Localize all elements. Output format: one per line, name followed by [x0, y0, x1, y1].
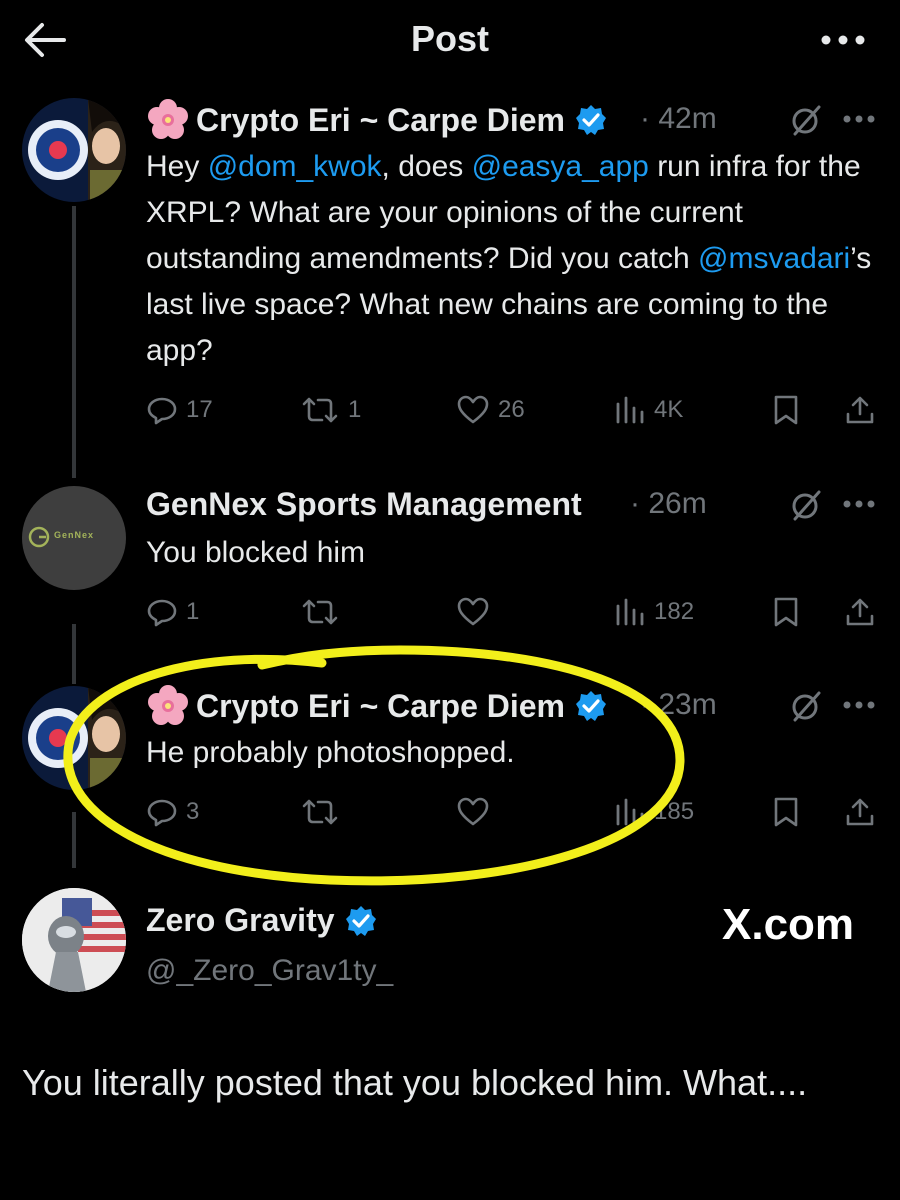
repost-icon — [302, 397, 338, 423]
post-author[interactable]: Crypto Eri ~ Carpe Diem — [146, 684, 607, 728]
cherry-blossom-icon — [148, 99, 188, 139]
reply-button[interactable]: 1 — [146, 596, 199, 628]
repost-button[interactable] — [300, 596, 348, 628]
like-button[interactable] — [456, 796, 498, 828]
author-name: Zero Gravity — [146, 902, 335, 938]
like-icon — [457, 395, 489, 424]
more-icon — [821, 35, 865, 45]
grok-icon[interactable] — [790, 690, 822, 722]
reply-icon — [147, 599, 177, 627]
views-count: 185 — [654, 798, 695, 825]
text-segment: , does — [381, 150, 472, 183]
grok-icon[interactable] — [790, 489, 822, 521]
post-text: You blocked him — [146, 536, 366, 569]
thread-line — [72, 206, 76, 478]
share-button[interactable] — [844, 596, 876, 628]
mention-link[interactable]: @msvadari — [698, 242, 850, 275]
repost-count: 1 — [348, 396, 362, 423]
share-icon — [846, 396, 874, 424]
repost-button[interactable]: 1 — [300, 394, 361, 426]
post-text: Hey @dom_kwok, does @easya_app run infra… — [146, 144, 886, 374]
like-button[interactable] — [456, 596, 498, 628]
like-icon — [457, 797, 489, 826]
post-time: · 42m — [640, 102, 717, 135]
verified-icon — [345, 905, 376, 936]
post-time: · 23m — [640, 688, 717, 721]
avatar[interactable] — [22, 98, 126, 202]
post-text: He probably photoshopped. — [146, 736, 515, 769]
user-handle[interactable]: @_Zero_Grav1ty_ — [146, 954, 393, 988]
like-count: 26 — [498, 396, 525, 423]
like-icon — [457, 597, 489, 626]
verified-icon — [576, 105, 606, 135]
avatar[interactable]: GenNex — [22, 486, 126, 590]
views-icon — [616, 396, 644, 424]
author-name: Crypto Eri ~ Carpe Diem — [196, 101, 565, 138]
post-author[interactable]: Zero Gravity — [146, 902, 377, 939]
back-button[interactable] — [20, 18, 70, 62]
share-button[interactable] — [844, 796, 876, 828]
repost-icon — [302, 599, 338, 625]
avatar[interactable] — [22, 686, 126, 790]
page-title: Post — [410, 18, 489, 59]
verified-icon — [576, 691, 606, 721]
x-com-watermark: X.com — [722, 900, 855, 949]
bookmark-icon — [774, 395, 798, 425]
bookmark-icon — [774, 597, 798, 627]
reply-icon — [147, 799, 177, 827]
cherry-blossom-icon — [148, 685, 188, 725]
author-name: Crypto Eri ~ Carpe Diem — [196, 687, 565, 724]
views-icon — [616, 598, 644, 626]
mention-link[interactable]: @dom_kwok — [208, 150, 382, 183]
views-button[interactable]: 185 — [614, 796, 694, 828]
thread-line — [72, 624, 76, 684]
more-icon[interactable] — [842, 114, 876, 124]
views-button[interactable]: 4K — [614, 394, 683, 426]
more-icon[interactable] — [842, 700, 876, 710]
top-bar: Post — [0, 0, 900, 88]
views-count: 4K — [654, 396, 684, 423]
back-arrow-icon — [25, 23, 66, 57]
bookmark-icon — [774, 797, 798, 827]
reply-count: 17 — [186, 396, 213, 423]
views-count: 182 — [654, 598, 695, 625]
more-options-button[interactable] — [816, 18, 870, 62]
like-button[interactable]: 26 — [456, 394, 525, 426]
author-name: GenNex Sports Management — [146, 486, 582, 522]
avatar-logo-text: GenNex — [54, 530, 95, 540]
post-author[interactable]: GenNex Sports Management — [146, 486, 582, 523]
bookmark-button[interactable] — [772, 796, 800, 828]
views-button[interactable]: 182 — [614, 596, 694, 628]
share-button[interactable] — [844, 394, 876, 426]
bookmark-button[interactable] — [772, 596, 800, 628]
text-segment: Hey — [146, 150, 208, 183]
bookmark-button[interactable] — [772, 394, 800, 426]
reply-button[interactable]: 3 — [146, 796, 199, 828]
reply-icon — [147, 397, 177, 425]
repost-icon — [302, 799, 338, 825]
reply-button[interactable]: 17 — [146, 394, 213, 426]
reply-text: You literally posted that you blocked hi… — [22, 1062, 808, 1103]
post-time: · 26m — [630, 487, 707, 520]
thread-line — [72, 812, 76, 868]
share-icon — [846, 798, 874, 826]
views-icon — [616, 798, 644, 826]
mention-link[interactable]: @easya_app — [472, 150, 649, 183]
avatar[interactable] — [22, 888, 126, 992]
share-icon — [846, 598, 874, 626]
post-author[interactable]: Crypto Eri ~ Carpe Diem — [146, 98, 607, 142]
reply-count: 1 — [186, 598, 200, 625]
grok-icon[interactable] — [790, 104, 822, 136]
more-icon[interactable] — [842, 499, 876, 509]
repost-button[interactable] — [300, 796, 348, 828]
reply-count: 3 — [186, 798, 200, 825]
